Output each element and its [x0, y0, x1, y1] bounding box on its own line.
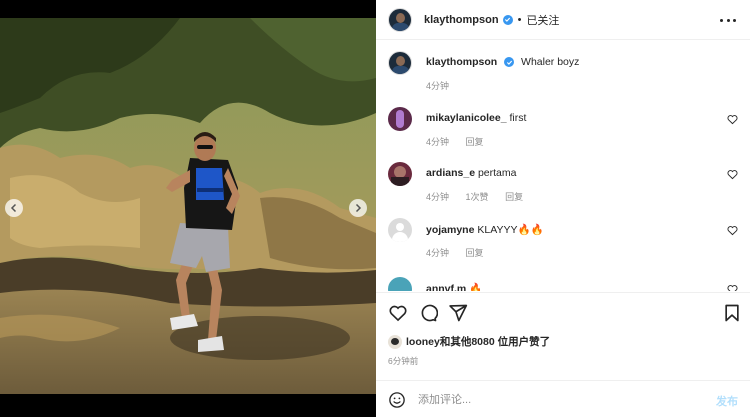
- post-timestamp: 6分钟前: [388, 356, 419, 366]
- carousel-previous-button[interactable]: [5, 199, 23, 217]
- likes-summary[interactable]: looney和其他8080 位用户赞了: [388, 334, 550, 349]
- more-options-icon[interactable]: [720, 12, 736, 28]
- comments-list: klaythompson Whaler boyz 4分钟 mikaylanico…: [376, 41, 750, 291]
- photo-image: [0, 18, 376, 399]
- comment-username[interactable]: annvf.m: [426, 283, 466, 291]
- comment-time: 4分钟: [426, 192, 450, 202]
- emoji-icon[interactable]: [388, 391, 406, 409]
- comment-username[interactable]: yojamyne: [426, 224, 474, 236]
- reply-button[interactable]: 回复: [466, 248, 484, 258]
- comment-time: 4分钟: [426, 137, 450, 147]
- verified-icon: [504, 57, 515, 68]
- commenter-avatar[interactable]: [388, 162, 412, 186]
- post-comment-button[interactable]: 发布: [716, 393, 738, 409]
- comment-likes[interactable]: 1次赞: [466, 192, 489, 202]
- comment-meta: 4分钟 1次赞 回复: [426, 190, 537, 203]
- liker-avatar[interactable]: [388, 334, 402, 349]
- comment-item: mikaylanicolee_ first 4分钟 回复: [388, 107, 738, 147]
- comment-time: 4分钟: [426, 248, 450, 258]
- commenter-avatar[interactable]: [388, 218, 412, 242]
- comment-meta: 4分钟 回复: [426, 135, 498, 148]
- heart-icon[interactable]: [727, 225, 738, 236]
- post-header: klaythompson • 已关注: [376, 0, 750, 40]
- heart-icon[interactable]: [727, 114, 738, 125]
- comment-body: pertama: [477, 167, 517, 179]
- caption-body: Whaler boyz: [521, 56, 580, 68]
- header-separator: •: [517, 13, 522, 26]
- comment-username[interactable]: ardians_e: [426, 167, 475, 179]
- heart-icon[interactable]: [388, 303, 408, 323]
- caption-username[interactable]: klaythompson: [426, 56, 497, 68]
- reply-button[interactable]: 回复: [505, 192, 523, 202]
- carousel-next-button[interactable]: [349, 199, 367, 217]
- comment-text: yojamyne KLAYYY🔥🔥: [426, 223, 544, 236]
- comment-text: mikaylanicolee_ first: [426, 112, 526, 124]
- commenter-avatar[interactable]: [388, 107, 412, 131]
- author-avatar[interactable]: [388, 7, 412, 32]
- save-icon[interactable]: [722, 303, 742, 323]
- comment-item: yojamyne KLAYYY🔥🔥 4分钟 回复: [388, 218, 738, 258]
- heart-icon[interactable]: [727, 169, 738, 180]
- share-icon[interactable]: [448, 303, 468, 323]
- chevron-right-icon: [355, 203, 362, 213]
- comment-body: 🔥: [469, 283, 483, 291]
- comment-text: ardians_e pertama: [426, 167, 516, 179]
- comment-text: annvf.m 🔥: [426, 282, 482, 291]
- comment-meta: 4分钟 回复: [426, 246, 498, 259]
- author-avatar[interactable]: [388, 51, 412, 75]
- likes-text: looney和其他8080 位用户赞了: [406, 336, 551, 348]
- add-comment-bar: 发布: [376, 380, 750, 417]
- heart-icon[interactable]: [727, 284, 738, 291]
- comment-item: ardians_e pertama 4分钟 1次赞 回复: [388, 162, 738, 202]
- post-media: [0, 0, 376, 417]
- verified-icon: [502, 14, 513, 25]
- follow-state-button[interactable]: 已关注: [526, 12, 559, 28]
- chevron-left-icon: [10, 203, 17, 213]
- caption-time: 4分钟: [426, 81, 450, 91]
- commenter-avatar[interactable]: [388, 277, 412, 291]
- comment-body: KLAYYY🔥🔥: [477, 224, 544, 236]
- comment-username[interactable]: mikaylanicolee_: [426, 112, 507, 124]
- caption-text: klaythompson Whaler boyz: [426, 56, 579, 68]
- comment-item: annvf.m 🔥: [388, 277, 738, 291]
- caption-meta: 4分钟: [426, 79, 463, 92]
- comment-input[interactable]: [418, 389, 688, 411]
- caption: klaythompson Whaler boyz 4分钟: [388, 51, 738, 91]
- comment-icon[interactable]: [418, 303, 438, 323]
- post-actions-section: looney和其他8080 位用户赞了 6分钟前 发布: [376, 292, 750, 417]
- post-photo: [0, 18, 376, 399]
- reply-button[interactable]: 回复: [466, 137, 484, 147]
- comment-body: first: [509, 112, 527, 124]
- author-username[interactable]: klaythompson: [424, 14, 499, 26]
- post-details-panel: klaythompson • 已关注 klaythompson Whaler b…: [376, 0, 750, 417]
